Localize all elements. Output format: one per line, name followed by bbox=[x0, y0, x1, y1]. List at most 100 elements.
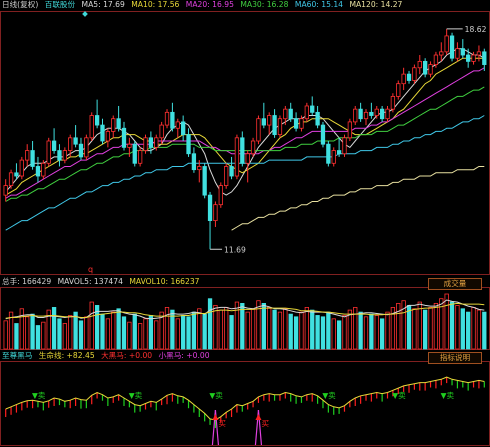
indicator-help-button[interactable]: 指标说明 bbox=[428, 352, 482, 364]
candle-body bbox=[68, 137, 73, 151]
volume-bar bbox=[121, 316, 127, 350]
volume-bar bbox=[57, 318, 62, 350]
candle-body bbox=[433, 54, 439, 65]
volume-bar bbox=[272, 309, 277, 350]
volume-bar bbox=[250, 308, 256, 350]
candle-body bbox=[218, 185, 223, 206]
candle-body bbox=[336, 150, 342, 155]
candle-body bbox=[428, 64, 433, 75]
candle-body bbox=[234, 137, 240, 177]
candle-body bbox=[471, 54, 476, 62]
volume-bar bbox=[3, 320, 8, 350]
candle-body bbox=[283, 108, 288, 120]
candle-body bbox=[288, 108, 293, 120]
ma30-label: MA30: 16.28 bbox=[240, 0, 289, 9]
candle-body bbox=[326, 143, 331, 164]
small-horse-label: 小黑马: +0.00 bbox=[158, 351, 210, 360]
candle-body bbox=[245, 153, 250, 164]
volume-bar bbox=[105, 318, 111, 350]
volume-bar bbox=[116, 308, 121, 350]
candle-body bbox=[73, 137, 78, 145]
candle-body bbox=[299, 118, 304, 129]
volume-bar bbox=[213, 305, 218, 350]
volume-bar bbox=[304, 307, 309, 350]
candle-body bbox=[439, 51, 444, 56]
volume-bar bbox=[175, 318, 180, 350]
candle-body bbox=[116, 118, 121, 129]
candle-body bbox=[315, 111, 320, 126]
volume-bar bbox=[132, 313, 137, 350]
candle-body bbox=[449, 35, 455, 59]
volume-bar bbox=[277, 311, 283, 350]
sell-signal: ▼卖 bbox=[441, 391, 455, 400]
candle-body bbox=[186, 134, 191, 155]
chart-canvas[interactable]: 18.62 11.69 q ▼卖 ▼卖 ▼卖 ▼卖 ▼卖 ▼卖买 买 bbox=[0, 0, 490, 447]
volume-bar bbox=[320, 316, 326, 350]
lifeline-line bbox=[5, 376, 485, 421]
volume-bar bbox=[347, 309, 353, 350]
candle-body bbox=[30, 150, 35, 167]
volume-bar bbox=[363, 316, 369, 350]
buy-signal-label: 买 bbox=[261, 419, 269, 428]
candle-body bbox=[390, 96, 396, 110]
volume-bar bbox=[406, 305, 412, 350]
candle-body bbox=[202, 166, 207, 196]
ma60-label: MA60: 15.14 bbox=[294, 0, 344, 9]
candle-body bbox=[111, 118, 116, 132]
sell-signal: ▼卖 bbox=[32, 391, 46, 400]
volume-bar bbox=[444, 293, 449, 350]
volume-bar bbox=[89, 301, 94, 350]
candle-body bbox=[331, 150, 336, 164]
volume-bar bbox=[111, 311, 116, 350]
candle-body bbox=[444, 35, 449, 53]
volume-bar bbox=[283, 308, 288, 350]
period-label[interactable]: 日线(复权) bbox=[2, 0, 38, 9]
volume-bar bbox=[466, 311, 471, 350]
candle-body bbox=[164, 111, 170, 126]
volume-bar bbox=[197, 308, 202, 350]
candle-body bbox=[417, 60, 422, 69]
candle-body bbox=[213, 204, 218, 222]
candle-body bbox=[154, 137, 159, 148]
volume-bar bbox=[379, 318, 385, 350]
volume-bar bbox=[267, 307, 272, 350]
candle-body bbox=[455, 48, 460, 59]
candle-body bbox=[100, 124, 105, 142]
high-marker-label: 18.62 bbox=[465, 25, 487, 34]
volume-bar bbox=[19, 308, 24, 350]
candle-body bbox=[385, 108, 390, 120]
volume-total: 总手: 166429 bbox=[2, 277, 52, 286]
volume-bar bbox=[482, 311, 487, 350]
volume-button[interactable]: 成交量 bbox=[428, 278, 482, 290]
candle-body bbox=[62, 150, 67, 161]
indicator-name[interactable]: 至尊黑马 bbox=[2, 351, 32, 360]
volume-bar bbox=[127, 321, 132, 350]
volume-bar bbox=[100, 313, 105, 350]
candle-body bbox=[46, 140, 51, 164]
candle-body bbox=[137, 150, 143, 164]
volume-bar bbox=[41, 321, 46, 350]
candle-body bbox=[159, 124, 164, 139]
volume-bar bbox=[78, 320, 84, 350]
candle-body bbox=[19, 159, 24, 177]
candle-body bbox=[460, 48, 465, 56]
volume-bar bbox=[234, 301, 240, 350]
candle-body bbox=[466, 54, 471, 62]
volume-bar bbox=[342, 315, 347, 350]
sell-signal: ▼卖 bbox=[392, 391, 406, 400]
candle-body bbox=[3, 185, 8, 196]
volume-bar bbox=[374, 315, 379, 350]
volume-bar bbox=[336, 320, 342, 350]
candle-body bbox=[310, 105, 315, 113]
indicator-panel-frame bbox=[0, 361, 490, 446]
candle-body bbox=[363, 111, 369, 120]
volume-bar bbox=[14, 323, 19, 350]
volume-bar bbox=[148, 315, 154, 350]
candle-body bbox=[57, 150, 62, 161]
volume-bar bbox=[476, 309, 482, 350]
ma-line-ma120 bbox=[231, 166, 485, 231]
mavol5-label: MAVOL5: 137474 bbox=[57, 277, 123, 286]
candle-body bbox=[293, 118, 299, 129]
candle-body bbox=[105, 131, 111, 142]
price-header: 日线(复权) 百联股份 MA5: 17.69 MA10: 17.56 MA20:… bbox=[2, 0, 406, 10]
